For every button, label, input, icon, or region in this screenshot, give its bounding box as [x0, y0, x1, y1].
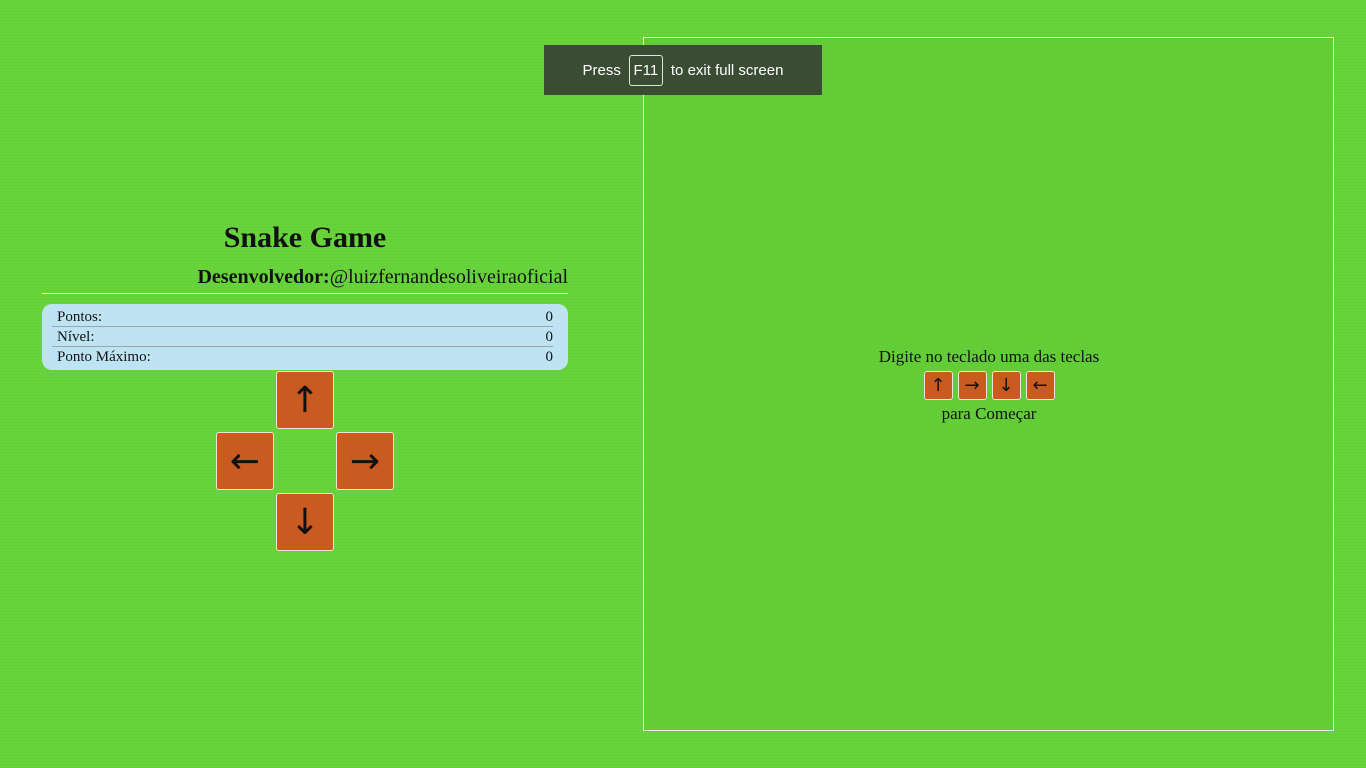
- points-value: 0: [545, 309, 554, 325]
- highscore-label: Ponto Máximo:: [57, 349, 151, 365]
- start-message: Digite no teclado uma das teclas ↑ → ↓ ←…: [644, 345, 1334, 426]
- score-panel: Pontos: 0 Nível: 0 Ponto Máximo: 0: [42, 304, 568, 370]
- key-right-icon: →: [957, 371, 987, 400]
- key-down-icon: ↓: [991, 371, 1021, 400]
- fullscreen-notice-suffix: to exit full screen: [670, 61, 784, 79]
- game-title: Snake Game: [223, 221, 387, 254]
- level-label: Nível:: [57, 329, 95, 345]
- start-keys: ↑ → ↓ ←: [644, 371, 1334, 400]
- start-instruction: Digite no teclado uma das teclas: [878, 347, 1100, 366]
- arrow-up-icon: ↑: [289, 379, 321, 421]
- stat-row-level: Nível: 0: [52, 327, 553, 347]
- stat-row-highscore: Ponto Máximo: 0: [52, 347, 553, 366]
- fullscreen-notice: Press F11 to exit full screen: [544, 45, 822, 95]
- points-label: Pontos:: [57, 309, 103, 325]
- fullscreen-notice-press: Press: [582, 61, 621, 79]
- arrow-right-icon: →: [349, 440, 381, 482]
- highscore-value: 0: [545, 349, 554, 365]
- header-divider: [42, 293, 568, 294]
- developer-label: Desenvolvedor:: [197, 266, 330, 288]
- start-suffix: para Começar: [941, 404, 1037, 423]
- game-board[interactable]: Digite no teclado uma das teclas ↑ → ↓ ←…: [643, 37, 1334, 731]
- left-arrow-button[interactable]: ←: [216, 432, 274, 490]
- down-arrow-button[interactable]: ↓: [276, 493, 334, 551]
- f11-key-badge: F11: [628, 54, 663, 86]
- arrow-down-icon: ↓: [289, 501, 321, 543]
- right-arrow-button[interactable]: →: [336, 432, 394, 490]
- developer-handle: @luizfernandesoliveiraoficial: [329, 266, 568, 288]
- developer-credit: Desenvolvedor:@luizfernandesoliveiraofic…: [42, 264, 568, 290]
- stat-row-points: Pontos: 0: [52, 307, 553, 327]
- key-up-icon: ↑: [923, 371, 953, 400]
- level-value: 0: [545, 329, 554, 345]
- up-arrow-button[interactable]: ↑: [276, 371, 334, 429]
- arrow-left-icon: ←: [229, 440, 261, 482]
- key-left-icon: ←: [1025, 371, 1055, 400]
